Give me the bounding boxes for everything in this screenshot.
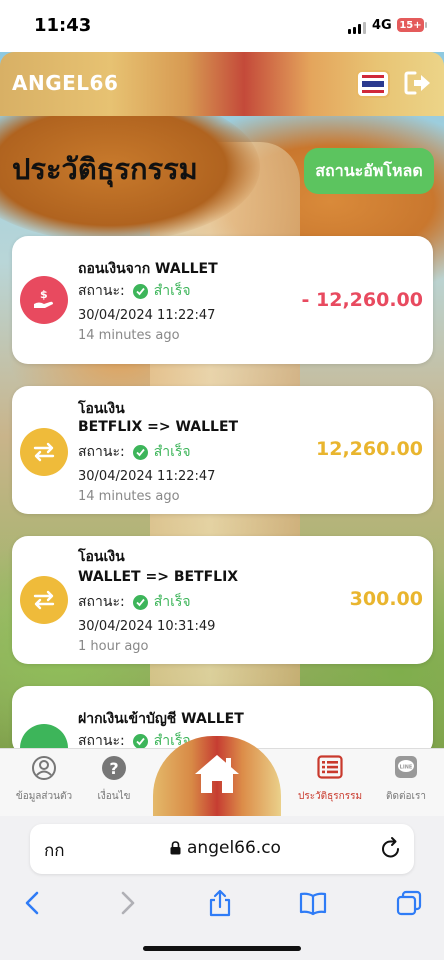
forward-icon[interactable] — [112, 888, 142, 918]
check-circle-icon — [132, 594, 148, 610]
back-icon[interactable] — [18, 888, 48, 918]
nav-item-terms[interactable]: ? เงื่อนไข — [70, 749, 158, 817]
svg-text:$: $ — [40, 288, 48, 301]
url-value: angel66.co — [187, 838, 281, 858]
signal-icon — [348, 22, 366, 34]
transaction-card[interactable]: $ ถอนเงินจาก WALLET สถานะ: สำเร็จ 30/04/… — [12, 236, 433, 364]
svg-text:?: ? — [109, 759, 118, 778]
brand-logo[interactable]: ANGEL66 — [12, 71, 118, 95]
transaction-ago: 14 minutes ago — [78, 328, 180, 343]
list-icon — [317, 755, 343, 783]
transaction-subtitle: BETFLIX => WALLET — [78, 419, 239, 435]
transaction-status: สถานะ: สำเร็จ — [78, 591, 191, 613]
transfer-arrows-icon — [20, 428, 68, 476]
page-title: ประวัติธุรกรรม — [12, 152, 198, 186]
battery-level: 15+ — [399, 19, 422, 31]
nav-item-contact[interactable]: LINE ติดต่อเรา — [362, 749, 444, 817]
nav-item-history[interactable]: ประวัติธุรกรรม — [286, 749, 374, 817]
check-circle-icon — [132, 733, 148, 749]
svg-text:LINE: LINE — [400, 765, 413, 771]
transaction-title: ฝากเงินเข้าบัญชี WALLET — [78, 711, 244, 727]
status-bar: 11:43 4G 15+ — [0, 0, 444, 52]
lock-icon — [170, 841, 181, 855]
reload-icon[interactable] — [380, 836, 402, 864]
transaction-amount: 12,260.00 — [316, 438, 423, 460]
network-type: 4G — [372, 18, 392, 33]
nav-label: ติดต่อเรา — [386, 791, 426, 802]
share-icon[interactable] — [205, 888, 235, 918]
status-value: สำเร็จ — [153, 594, 191, 610]
transaction-subtitle: WALLET => BETFLIX — [78, 569, 239, 585]
transaction-datetime: 30/04/2024 11:22:47 — [78, 308, 216, 323]
nav-label: เงื่อนไข — [97, 791, 131, 802]
transaction-datetime: 30/04/2024 11:22:47 — [78, 469, 216, 484]
status-time: 11:43 — [34, 15, 92, 36]
question-circle-icon: ? — [101, 755, 127, 785]
transaction-datetime: 30/04/2024 10:31:49 — [78, 619, 216, 634]
status-label: สถานะ: — [78, 283, 125, 299]
browser-toolbar: กก angel66.co — [0, 816, 444, 960]
transfer-arrows-icon — [20, 576, 68, 624]
download-status-button[interactable]: สถานะอัพโหลด — [304, 148, 434, 194]
thailand-flag-icon[interactable] — [356, 70, 390, 98]
reader-mode-button[interactable]: กก — [44, 837, 65, 864]
check-circle-icon — [132, 283, 148, 299]
transaction-amount: 300.00 — [349, 588, 423, 610]
bookmarks-icon[interactable] — [298, 888, 328, 918]
address-bar[interactable]: กก angel66.co — [30, 824, 414, 874]
line-chat-icon: LINE — [394, 755, 418, 783]
transaction-ago: 14 minutes ago — [78, 489, 180, 504]
transaction-status: สถานะ: สำเร็จ — [78, 280, 191, 302]
status-value: สำเร็จ — [153, 283, 191, 299]
battery-icon: 15+ — [397, 18, 427, 32]
transaction-status: สถานะ: สำเร็จ — [78, 441, 191, 463]
tabs-icon[interactable] — [394, 888, 424, 918]
transaction-card[interactable]: โอนเงิน WALLET => BETFLIX สถานะ: สำเร็จ … — [12, 536, 433, 664]
home-indicator — [143, 946, 301, 951]
status-label: สถานะ: — [78, 594, 125, 610]
url-text: angel66.co — [170, 838, 281, 858]
transaction-title: โอนเงิน — [78, 401, 125, 417]
user-circle-icon — [31, 755, 57, 785]
transaction-card[interactable]: โอนเงิน BETFLIX => WALLET สถานะ: สำเร็จ … — [12, 386, 433, 514]
transaction-title: โอนเงิน — [78, 549, 125, 565]
home-icon — [192, 752, 242, 800]
status-value: สำเร็จ — [153, 444, 191, 460]
transaction-ago: 1 hour ago — [78, 639, 149, 654]
withdraw-hand-dollar-icon: $ — [20, 276, 68, 324]
status-label: สถานะ: — [78, 444, 125, 460]
check-circle-icon — [132, 444, 148, 460]
nav-label: ประวัติธุรกรรม — [297, 791, 363, 802]
logout-icon[interactable] — [404, 70, 432, 96]
transaction-amount: - 12,260.00 — [301, 289, 423, 311]
transaction-title: ถอนเงินจาก WALLET — [78, 261, 218, 277]
